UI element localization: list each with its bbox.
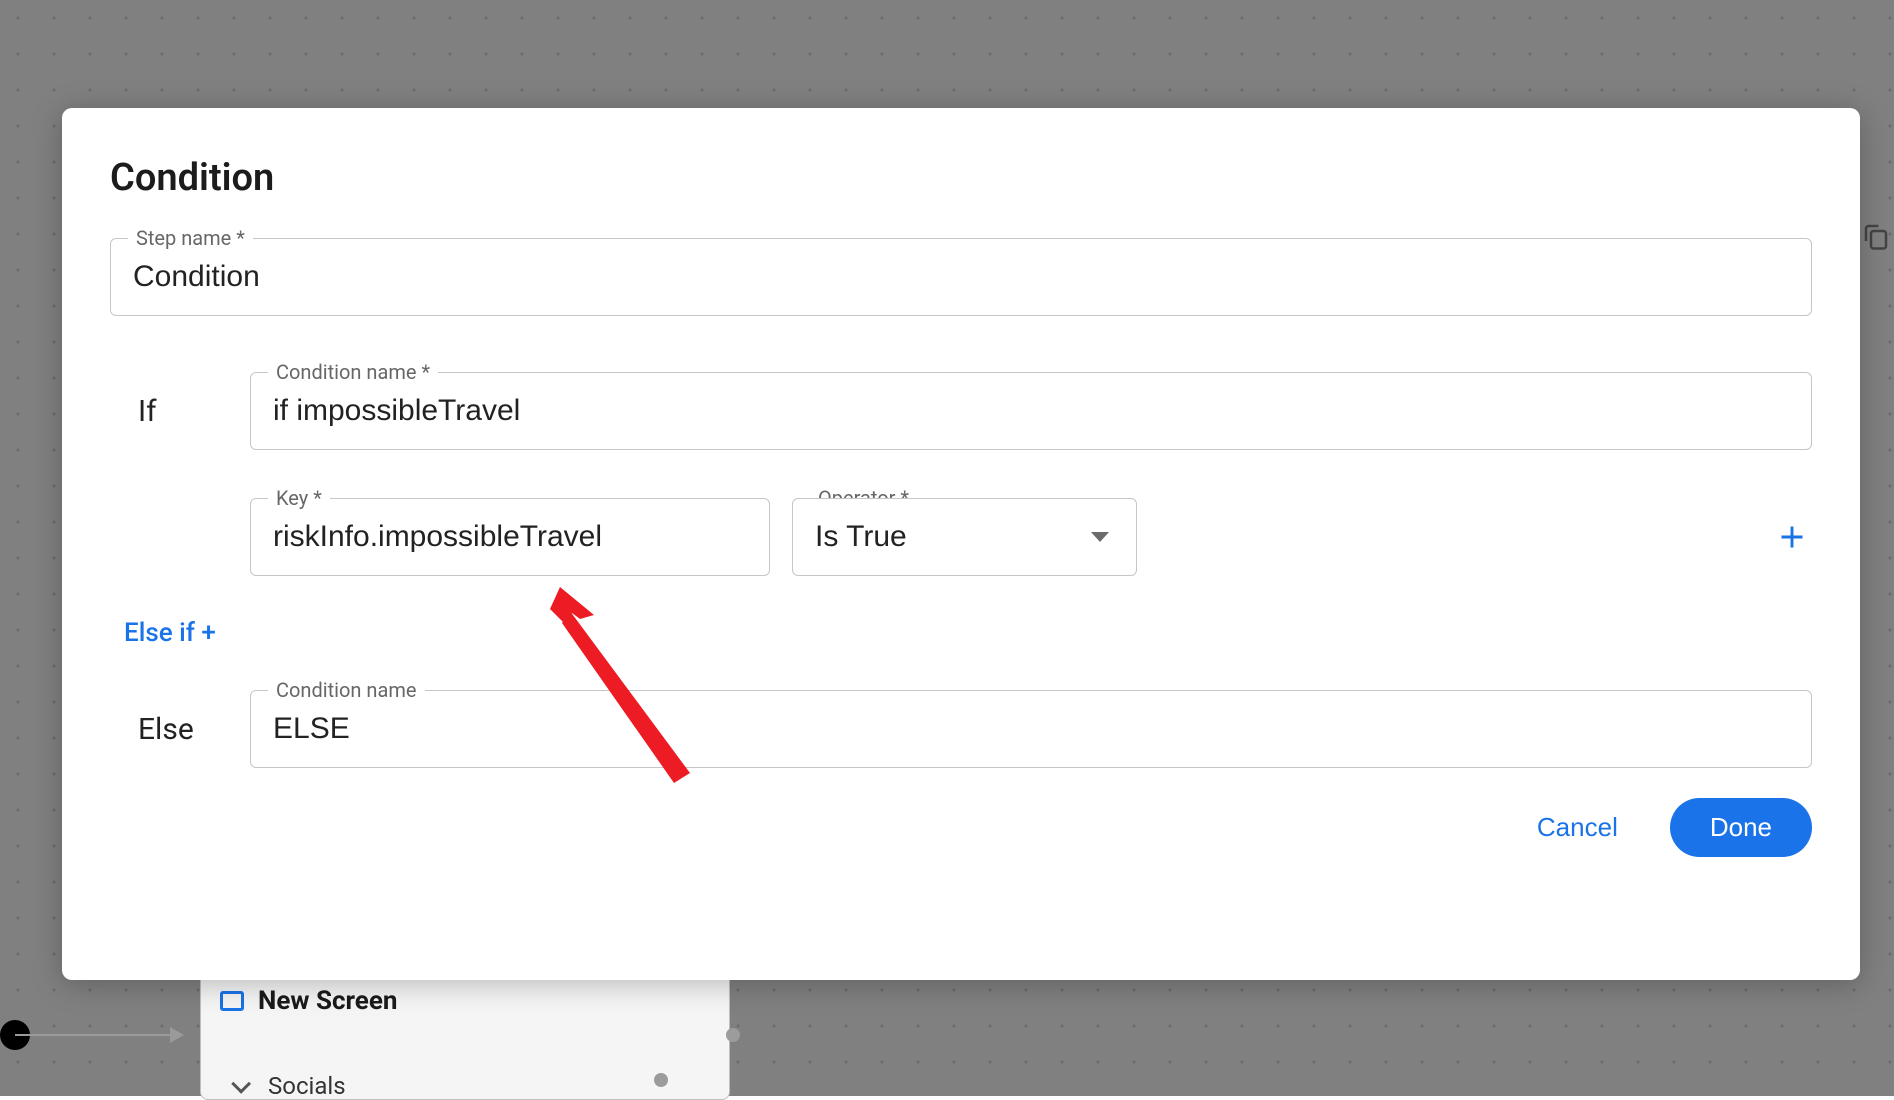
modal-footer: Cancel Done: [110, 798, 1812, 857]
copy-icon[interactable]: [1861, 218, 1891, 254]
background-item-label: New Screen: [258, 986, 397, 1016]
else-condition-name-field: Condition name: [250, 690, 1812, 768]
else-label: Else: [110, 712, 250, 747]
operator-field: Operator *: [792, 498, 1137, 576]
done-button[interactable]: Done: [1670, 798, 1812, 857]
background-item-new-screen: New Screen: [220, 986, 397, 1016]
add-condition-button[interactable]: [1772, 517, 1812, 557]
key-field: Key *: [250, 498, 770, 576]
flow-connector-line: [15, 1034, 175, 1036]
if-label: If: [110, 394, 250, 429]
else-condition-name-input[interactable]: [250, 690, 1812, 768]
step-name-input[interactable]: [110, 238, 1812, 316]
else-if-link[interactable]: Else if +: [124, 618, 216, 648]
else-condition-name-label: Condition name: [268, 678, 425, 702]
flow-connector-dot: [726, 1028, 740, 1042]
condition-modal: Condition Step name * If Condition name …: [62, 108, 1860, 980]
condition-name-field: Condition name *: [250, 372, 1812, 450]
cancel-button[interactable]: Cancel: [1529, 802, 1626, 853]
step-name-label: Step name *: [128, 226, 253, 250]
plus-icon: [1778, 523, 1806, 551]
flow-connector-arrowhead: [170, 1027, 184, 1043]
flow-connector-dot: [654, 1073, 668, 1087]
operator-select[interactable]: [792, 498, 1137, 576]
step-name-field: Step name *: [110, 238, 1812, 316]
key-label: Key *: [268, 486, 330, 510]
condition-name-label: Condition name *: [268, 360, 438, 384]
monitor-icon: [220, 991, 244, 1011]
chevron-down-icon: [231, 1074, 251, 1094]
modal-title: Condition: [110, 156, 1812, 200]
condition-name-input[interactable]: [250, 372, 1812, 450]
